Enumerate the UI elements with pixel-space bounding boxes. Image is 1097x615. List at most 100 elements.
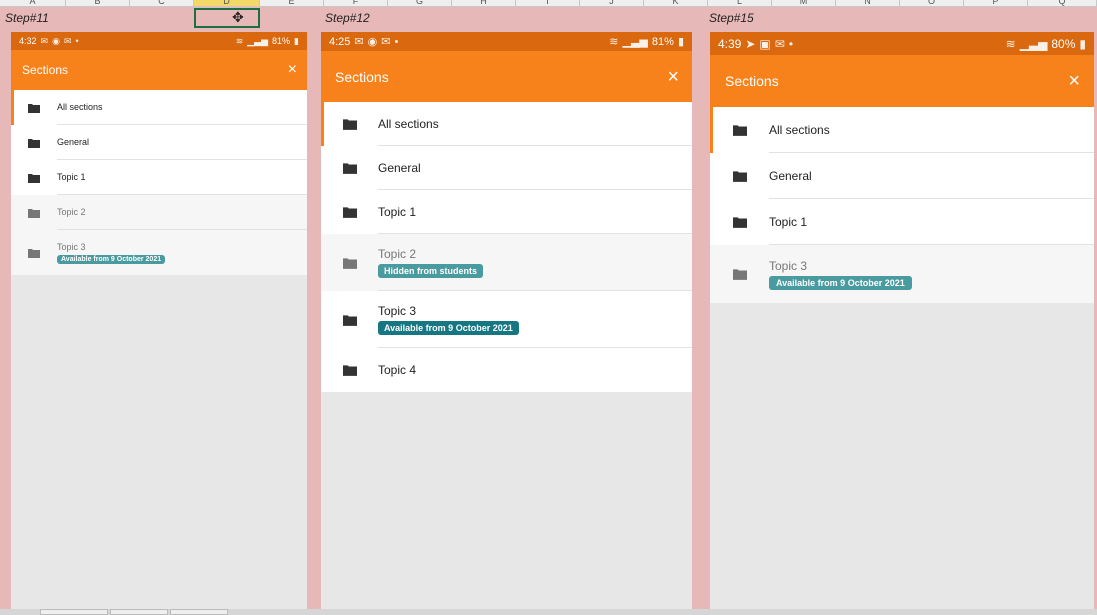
list-item[interactable]: General [710, 153, 1094, 199]
list-item[interactable]: Topic 2 [11, 195, 307, 230]
list-item-label: Topic 1 [57, 172, 86, 182]
list-item-label: Topic 2 [57, 207, 86, 217]
list-item[interactable]: Topic 3 Available from 9 October 2021 [11, 230, 307, 275]
list-item[interactable]: Topic 1 [321, 190, 692, 234]
list-item-label: All sections [57, 102, 103, 112]
list-item-label: Topic 1 [769, 214, 808, 229]
signal-icon: ▁▃▅ [1019, 36, 1048, 51]
hidden-badge: Hidden from students [378, 263, 484, 278]
column-label: G [415, 0, 423, 6]
mail-icon: ✉ [63, 35, 72, 46]
status-time: 4:32 [19, 36, 37, 46]
list-item-label: General [378, 160, 421, 175]
column-header-h[interactable]: H [452, 0, 516, 6]
column-label: I [546, 0, 549, 6]
column-label: M [799, 0, 808, 6]
column-label: Q [1058, 0, 1066, 6]
list-item[interactable]: All sections [710, 107, 1094, 153]
mail-icon: ✉ [774, 36, 785, 51]
phone-screenshot-step-11: 4:32 ✉ ◉ ✉ • ≋ ▁▃▅ 81% ▮ Sections × All … [11, 32, 307, 609]
folder-icon [710, 245, 769, 303]
folder-icon [321, 348, 378, 392]
column-header-a[interactable]: A [0, 0, 66, 6]
list-item[interactable]: Topic 1 [710, 199, 1094, 245]
availability-badge: Available from 9 October 2021 [378, 320, 519, 335]
telegram-icon: ➤ [745, 36, 756, 51]
list-item-label: All sections [769, 122, 830, 137]
column-label: P [992, 0, 999, 6]
status-bar: 4:32 ✉ ◉ ✉ • ≋ ▁▃▅ 81% ▮ [11, 32, 307, 50]
app-title: Sections [335, 68, 389, 85]
folder-icon [710, 199, 769, 245]
mail-icon: ✉ [381, 36, 391, 48]
close-icon[interactable]: × [667, 67, 679, 87]
wifi-icon: ≋ [235, 35, 244, 46]
column-header-b[interactable]: B [66, 0, 130, 6]
column-label: D [223, 0, 230, 6]
column-header-c[interactable]: C [130, 0, 194, 6]
mail-icon: ✉ [40, 35, 49, 46]
battery-percent: 81% [272, 36, 291, 46]
signal-icon: ▁▃▅ [622, 36, 648, 48]
column-header-f[interactable]: F [324, 0, 388, 6]
sheet-tab[interactable] [110, 609, 168, 615]
mail-icon: ✉ [354, 36, 364, 48]
sheet-tab[interactable] [40, 609, 108, 615]
column-label: H [480, 0, 487, 6]
column-header-i[interactable]: I [516, 0, 580, 6]
list-item[interactable]: Topic 2 Hidden from students [321, 234, 692, 291]
column-header-p[interactable]: P [964, 0, 1028, 6]
phone-screenshot-step-12: 4:25 ✉ ◉ ✉ • ≋ ▁▃▅ 81% ▮ Sections × All … [321, 32, 692, 609]
column-header-o[interactable]: O [900, 0, 964, 6]
column-label: O [927, 0, 935, 6]
folder-icon [710, 107, 769, 153]
column-header-g[interactable]: G [388, 0, 452, 6]
column-label: B [94, 0, 101, 6]
list-item[interactable]: Topic 3 Available from 9 October 2021 [321, 291, 692, 348]
list-item[interactable]: Topic 1 [11, 160, 307, 195]
close-icon[interactable]: × [288, 62, 297, 78]
column-header-e[interactable]: E [260, 0, 324, 6]
battery-icon: ▮ [294, 35, 299, 46]
folder-icon [11, 125, 57, 160]
column-header-n[interactable]: N [836, 0, 900, 6]
cell-cursor-icon: ✥ [232, 9, 244, 25]
column-header-j[interactable]: J [580, 0, 644, 6]
app-bar: Sections × [11, 50, 307, 90]
column-label: N [864, 0, 871, 6]
folder-icon [321, 291, 378, 348]
folder-icon [11, 160, 57, 195]
column-header-d[interactable]: D [194, 0, 260, 6]
list-item[interactable]: Topic 4 [321, 348, 692, 392]
list-item-label: General [769, 168, 812, 183]
notification-icon: ▣ [759, 36, 771, 51]
app-title: Sections [725, 73, 779, 89]
folder-icon [321, 190, 378, 234]
app-title: Sections [22, 63, 69, 77]
column-label: E [288, 0, 295, 6]
list-item[interactable]: All sections [11, 90, 307, 125]
column-header-q[interactable]: Q [1028, 0, 1097, 6]
column-header-l[interactable]: L [708, 0, 772, 6]
messenger-icon: ◉ [52, 35, 60, 46]
column-label: J [609, 0, 614, 6]
app-bar: Sections × [710, 55, 1094, 107]
column-header-strip: A B C D E F G H I J K L M N O P Q [0, 0, 1097, 7]
column-label: K [672, 0, 679, 6]
list-item[interactable]: General [11, 125, 307, 160]
folder-icon [321, 146, 378, 190]
column-header-k[interactable]: K [644, 0, 708, 6]
list-item[interactable]: General [321, 146, 692, 190]
list-item-label: Topic 3 [57, 241, 86, 252]
list-item[interactable]: All sections [321, 102, 692, 146]
list-item-label: All sections [378, 116, 439, 131]
availability-badge: Available from 9 October 2021 [769, 275, 912, 290]
column-header-m[interactable]: M [772, 0, 836, 6]
column-label: A [29, 0, 36, 6]
list-item[interactable]: Topic 3 Available from 9 October 2021 [710, 245, 1094, 303]
list-item-label: Topic 1 [378, 204, 417, 219]
selected-cell[interactable] [194, 8, 260, 28]
close-icon[interactable]: × [1068, 71, 1080, 91]
sheet-tab[interactable] [170, 609, 228, 615]
list-item-label: General [57, 137, 90, 147]
